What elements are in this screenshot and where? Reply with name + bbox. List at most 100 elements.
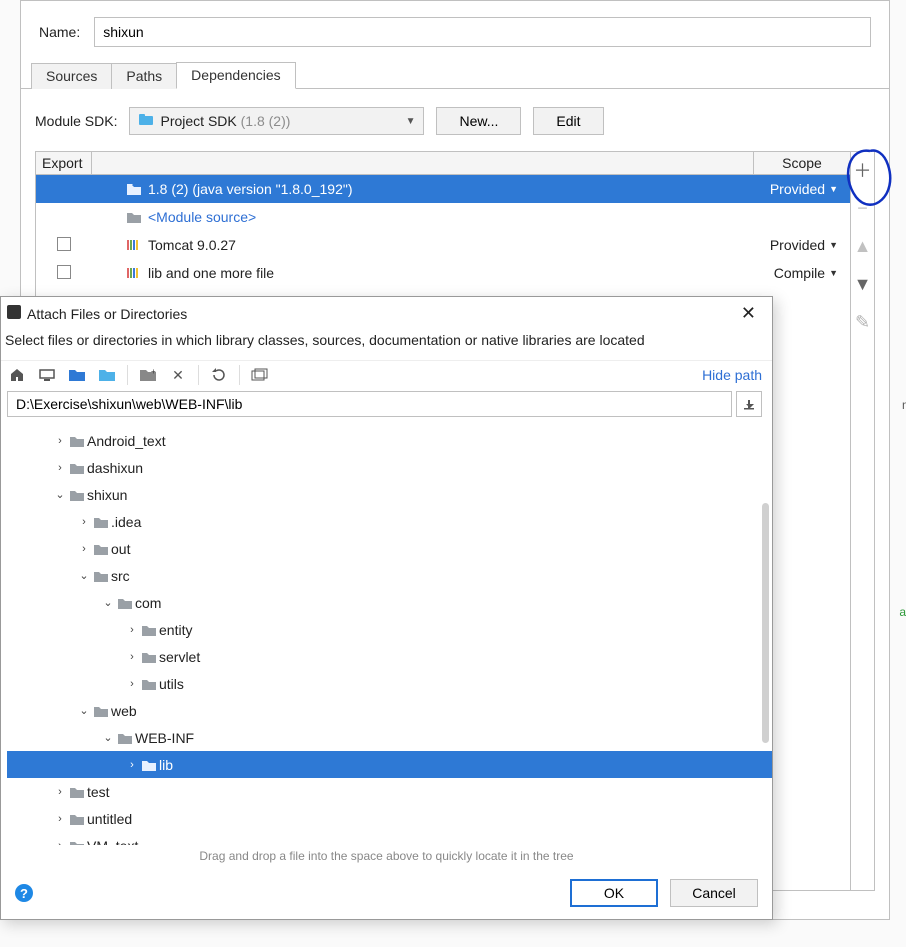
chevron-down-icon: ▼ bbox=[829, 240, 838, 250]
tree-item[interactable]: › Android_text bbox=[7, 427, 772, 454]
tab-dependencies[interactable]: Dependencies bbox=[176, 62, 296, 89]
tree-twist-icon[interactable]: ⌄ bbox=[99, 596, 117, 609]
file-tree[interactable]: › Android_text ›dashixun⌄shixun › .idea › out ⌄… bbox=[1, 423, 772, 845]
tree-item[interactable]: › .idea bbox=[7, 508, 772, 535]
tree-item[interactable]: ›servlet bbox=[7, 643, 772, 670]
new-folder-icon[interactable]: + bbox=[138, 365, 158, 385]
folder-icon bbox=[141, 650, 159, 664]
dep-scope[interactable]: Provided bbox=[770, 181, 825, 197]
tree-twist-icon[interactable]: › bbox=[51, 435, 69, 447]
export-checkbox[interactable] bbox=[57, 237, 71, 251]
tree-twist-icon[interactable]: › bbox=[51, 813, 69, 825]
folder-icon bbox=[126, 182, 142, 196]
new-sdk-button[interactable]: New... bbox=[436, 107, 521, 135]
tree-item-label: test bbox=[87, 784, 110, 800]
tree-twist-icon[interactable]: › bbox=[75, 516, 93, 528]
tree-item[interactable]: ⌄shixun bbox=[7, 481, 772, 508]
tree-twist-icon[interactable]: › bbox=[123, 759, 141, 771]
name-input[interactable] bbox=[94, 17, 871, 47]
tree-twist-icon[interactable]: › bbox=[123, 624, 141, 636]
tree-item[interactable]: ⌄com bbox=[7, 589, 772, 616]
edit-sdk-button[interactable]: Edit bbox=[533, 107, 603, 135]
home-icon[interactable] bbox=[7, 365, 27, 385]
folder-icon bbox=[93, 515, 111, 529]
tree-item[interactable]: ⌄WEB-INF bbox=[7, 724, 772, 751]
tree-twist-icon[interactable]: ⌄ bbox=[75, 704, 93, 717]
tree-item-label: out bbox=[111, 541, 130, 557]
tree-item-label: web bbox=[111, 703, 137, 719]
header-scope[interactable]: Scope bbox=[754, 152, 850, 174]
show-hidden-icon[interactable] bbox=[250, 365, 270, 385]
tree-item[interactable]: ›VM_text bbox=[7, 832, 772, 845]
dialog-title: Attach Files or Directories bbox=[27, 306, 187, 322]
folder-icon bbox=[141, 623, 159, 637]
separator bbox=[239, 365, 240, 385]
path-row bbox=[1, 391, 772, 423]
refresh-icon[interactable] bbox=[209, 365, 229, 385]
delete-icon[interactable]: ✕ bbox=[168, 365, 188, 385]
move-down-button[interactable]: ▼ bbox=[851, 272, 875, 296]
svg-text:+: + bbox=[151, 367, 156, 376]
tree-item[interactable]: ›dashixun bbox=[7, 454, 772, 481]
project-icon[interactable] bbox=[67, 365, 87, 385]
library-icon bbox=[126, 238, 142, 252]
tree-twist-icon[interactable]: › bbox=[51, 462, 69, 474]
ok-button[interactable]: OK bbox=[570, 879, 658, 907]
dep-row-jdk[interactable]: 1.8 (2) (java version "1.8.0_192") Provi… bbox=[36, 175, 850, 203]
tree-item[interactable]: ›utils bbox=[7, 670, 772, 697]
header-name[interactable] bbox=[92, 152, 754, 174]
tree-item[interactable]: ⌄ web bbox=[7, 697, 772, 724]
tree-item-label: .idea bbox=[111, 514, 141, 530]
tabs: Sources Paths Dependencies bbox=[21, 61, 889, 89]
hide-path-link[interactable]: Hide path bbox=[702, 367, 762, 383]
tree-item[interactable]: ›untitled bbox=[7, 805, 772, 832]
tree-item-label: Android_text bbox=[87, 433, 166, 449]
folder-icon bbox=[117, 731, 135, 745]
tree-item[interactable]: ›entity bbox=[7, 616, 772, 643]
tree-twist-icon[interactable]: ⌄ bbox=[75, 569, 93, 582]
close-button[interactable]: ✕ bbox=[735, 301, 762, 326]
export-checkbox[interactable] bbox=[57, 265, 71, 279]
dep-row-module-source[interactable]: <Module source> bbox=[36, 203, 850, 231]
path-input[interactable] bbox=[7, 391, 732, 417]
dep-name: Tomcat 9.0.27 bbox=[148, 237, 236, 253]
chevron-down-icon: ▼ bbox=[829, 268, 838, 278]
dep-scope[interactable]: Compile bbox=[774, 265, 825, 281]
tree-item[interactable]: › lib bbox=[7, 751, 772, 778]
tree-item[interactable]: › out bbox=[7, 535, 772, 562]
tree-item[interactable]: ⌄src bbox=[7, 562, 772, 589]
header-export[interactable]: Export bbox=[36, 152, 92, 174]
folder-icon bbox=[69, 434, 87, 448]
attach-files-dialog: Attach Files or Directories ✕ Select fil… bbox=[0, 296, 773, 920]
help-button[interactable]: ? bbox=[15, 884, 33, 902]
goto-path-button[interactable] bbox=[736, 391, 762, 417]
cancel-button[interactable]: Cancel bbox=[670, 879, 758, 907]
tab-sources[interactable]: Sources bbox=[31, 63, 112, 89]
name-row: Name: bbox=[21, 1, 889, 61]
stray-text: m bbox=[902, 398, 906, 412]
desktop-icon[interactable] bbox=[37, 365, 57, 385]
dep-name: lib and one more file bbox=[148, 265, 274, 281]
sdk-selected-text: Project SDK (1.8 (2)) bbox=[160, 113, 399, 129]
tree-twist-icon[interactable]: ⌄ bbox=[51, 488, 69, 501]
separator bbox=[127, 365, 128, 385]
tree-item-label: lib bbox=[159, 757, 173, 773]
edit-button[interactable]: ✎ bbox=[851, 310, 875, 334]
move-up-button[interactable]: ▲ bbox=[851, 234, 875, 258]
remove-button[interactable]: − bbox=[851, 196, 875, 220]
dep-scope[interactable]: Provided bbox=[770, 237, 825, 253]
tree-twist-icon[interactable]: ⌄ bbox=[99, 731, 117, 744]
dep-row-lib[interactable]: lib and one more file Compile ▼ bbox=[36, 259, 850, 287]
add-button[interactable]: ＋ bbox=[851, 158, 875, 182]
dep-row-tomcat[interactable]: Tomcat 9.0.27 Provided ▼ bbox=[36, 231, 850, 259]
tree-twist-icon[interactable]: › bbox=[51, 786, 69, 798]
tree-twist-icon[interactable]: › bbox=[51, 840, 69, 846]
tab-paths[interactable]: Paths bbox=[111, 63, 177, 89]
tree-twist-icon[interactable]: › bbox=[123, 651, 141, 663]
module-sdk-select[interactable]: Project SDK (1.8 (2)) ▼ bbox=[129, 107, 424, 135]
module-icon[interactable] bbox=[97, 365, 117, 385]
scrollbar-thumb[interactable] bbox=[762, 503, 769, 743]
tree-twist-icon[interactable]: › bbox=[123, 678, 141, 690]
tree-item[interactable]: › test bbox=[7, 778, 772, 805]
tree-twist-icon[interactable]: › bbox=[75, 543, 93, 555]
